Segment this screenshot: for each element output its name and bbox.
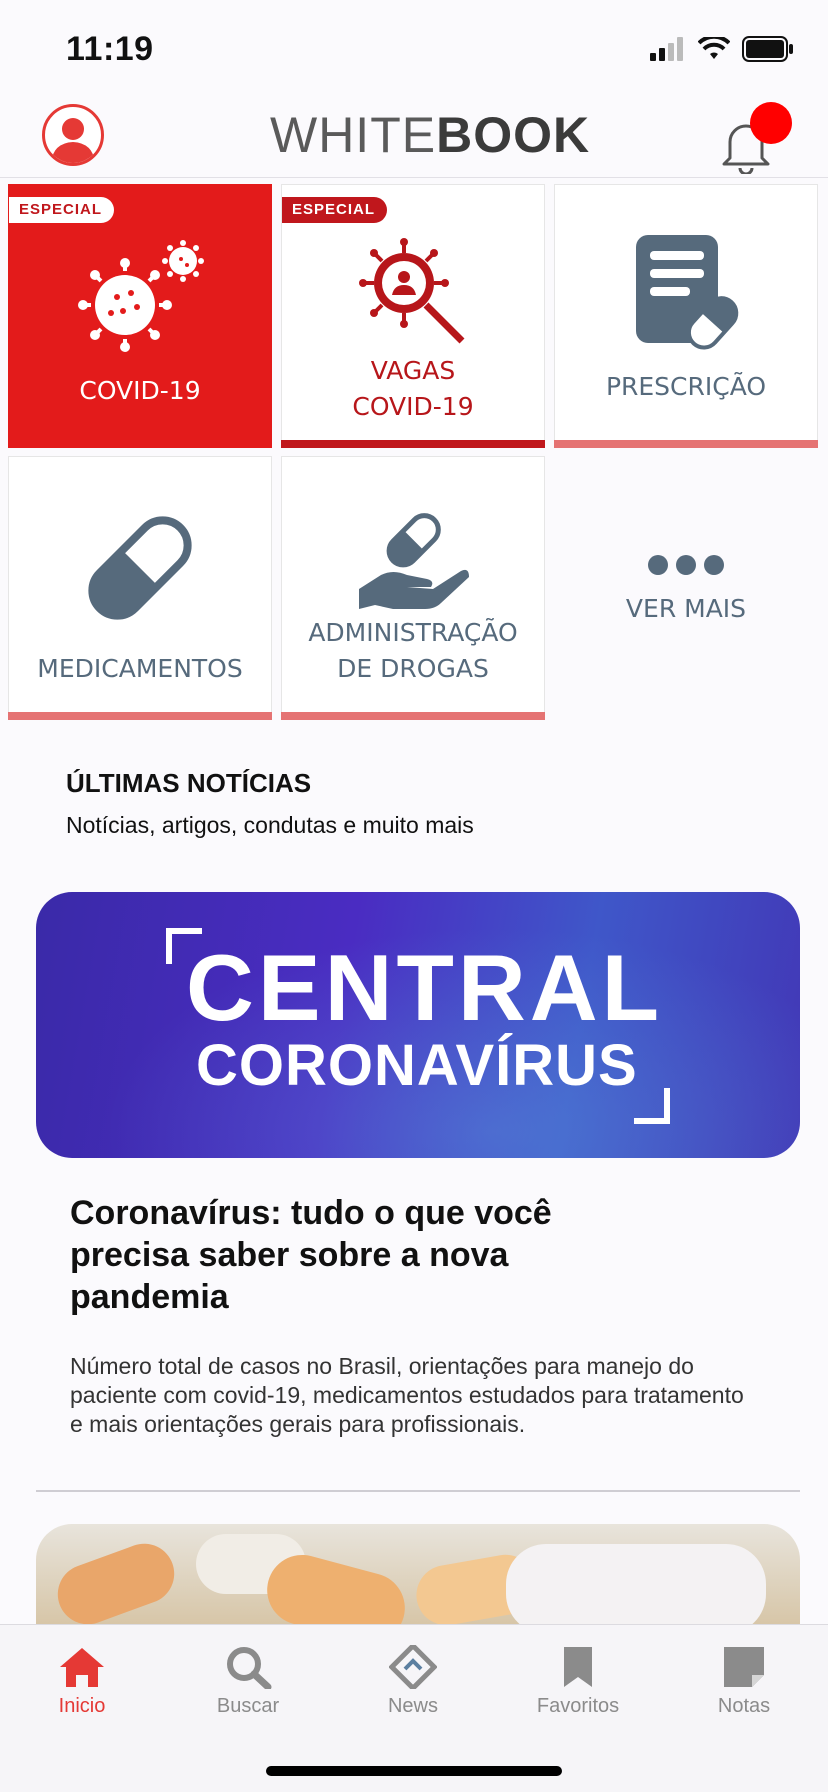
news-banner-image[interactable]: CENTRAL CORONAVÍRUS	[36, 892, 800, 1158]
news-image-pills[interactable]	[36, 1524, 800, 1624]
tab-label: Favoritos	[536, 1695, 620, 1717]
news-section-subtitle: Notícias, artigos, condutas e muito mais	[66, 812, 474, 838]
notifications-button[interactable]	[712, 102, 792, 174]
tile-covid-19[interactable]: ESPECIAL COVID-19	[8, 184, 272, 448]
home-icon	[60, 1648, 104, 1687]
pill-capsule-icon	[88, 516, 192, 620]
tile-label: COVID-19	[79, 376, 201, 405]
tile-vagas-covid-19[interactable]: ESPECIAL VAGAS COVID-19	[281, 184, 545, 448]
banner-title-line1: CENTRAL	[186, 935, 664, 1040]
app-header: WHITEBOOK	[0, 96, 828, 178]
tab-notas[interactable]: Notas	[674, 1645, 814, 1718]
tile-administracao-de-drogas[interactable]: ADMINISTRAÇÃO DE DROGAS	[281, 456, 545, 720]
tile-label: MEDICAMENTOS	[37, 654, 243, 683]
search-icon	[227, 1647, 272, 1689]
notification-badge-dot	[750, 102, 792, 144]
note-icon	[724, 1647, 764, 1687]
article-title[interactable]: Coronavírus: tudo o que você precisa sab…	[70, 1192, 630, 1318]
banner-title-line2: CORONAVÍRUS	[196, 1033, 638, 1098]
banner-corner-bottom-right	[634, 1088, 670, 1124]
especial-badge: ESPECIAL	[9, 197, 115, 223]
virus-icon	[78, 240, 204, 352]
prescription-icon	[636, 235, 739, 350]
tile-label: PRESCRIÇÃO	[605, 372, 767, 401]
tab-news[interactable]: News	[343, 1645, 483, 1718]
tile-accent-bar	[554, 440, 818, 448]
tab-inicio[interactable]: Inicio	[12, 1645, 152, 1718]
tile-label-line2: COVID-19	[352, 392, 474, 421]
pill-shape	[506, 1544, 766, 1624]
hand-pill-icon	[359, 513, 469, 609]
tab-buscar[interactable]: Buscar	[178, 1645, 318, 1718]
user-icon	[51, 118, 95, 163]
virus-search-icon	[359, 238, 465, 344]
tab-label: Inicio	[58, 1695, 106, 1717]
tab-favoritos[interactable]: Favoritos	[508, 1645, 648, 1718]
profile-avatar-button[interactable]	[42, 104, 104, 166]
article-summary: Número total de casos no Brasil, orienta…	[70, 1353, 744, 1437]
wifi-icon	[698, 37, 730, 59]
status-icons	[650, 36, 794, 62]
tile-accent-bar	[8, 712, 272, 720]
tile-label-line2: DE DROGAS	[337, 654, 489, 683]
battery-icon	[742, 36, 793, 62]
tile-medicamentos[interactable]: MEDICAMENTOS	[8, 456, 272, 720]
pill-shape	[49, 1535, 183, 1624]
bookmark-icon	[564, 1647, 592, 1687]
app-logo: WHITEBOOK	[270, 107, 591, 163]
status-time: 11:19	[66, 30, 154, 68]
tab-label: News	[387, 1695, 438, 1717]
home-indicator	[266, 1766, 562, 1776]
more-dots-icon	[648, 555, 724, 575]
tab-label: Notas	[717, 1695, 771, 1717]
tile-label-line1: ADMINISTRAÇÃO	[308, 618, 518, 647]
tile-accent-bar	[281, 712, 545, 720]
tile-accent-bar	[281, 440, 545, 448]
tab-label: Buscar	[216, 1695, 280, 1717]
news-icon	[389, 1645, 437, 1689]
tile-label: VER MAIS	[625, 594, 747, 623]
tile-label-line1: VAGAS	[370, 356, 456, 385]
news-section-title: ÚLTIMAS NOTÍCIAS	[66, 768, 312, 798]
article-divider	[36, 1490, 800, 1492]
tile-ver-mais[interactable]: VER MAIS	[554, 456, 818, 720]
especial-badge: ESPECIAL	[282, 197, 388, 223]
tile-prescricao[interactable]: PRESCRIÇÃO	[554, 184, 818, 448]
cellular-signal-icon	[650, 37, 683, 61]
status-bar: 11:19	[0, 0, 828, 96]
